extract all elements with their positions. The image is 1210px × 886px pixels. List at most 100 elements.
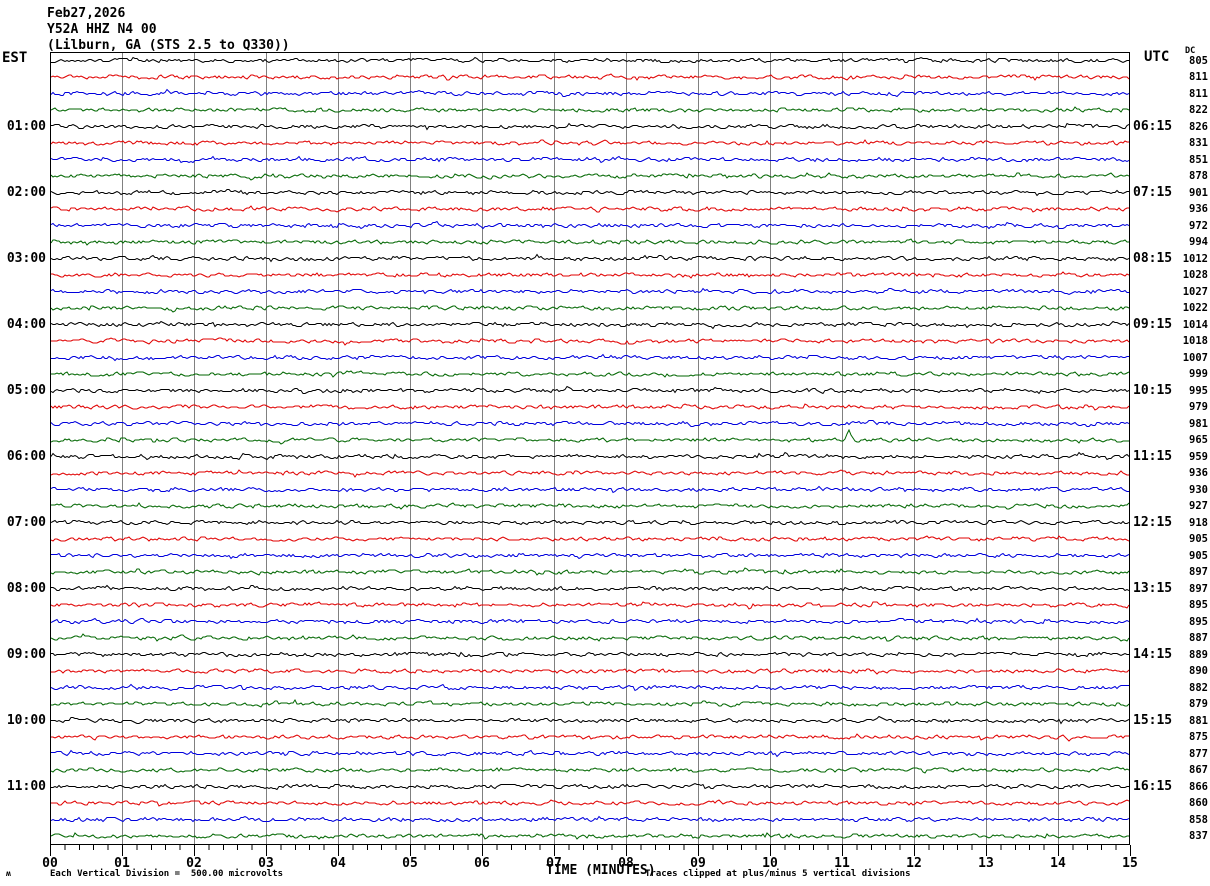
dc-value: 1022: [1182, 302, 1208, 314]
dc-value: 927: [1189, 500, 1208, 512]
title-date: Feb27,2026: [47, 6, 126, 21]
dc-value: 805: [1189, 54, 1208, 67]
est-hour-label: 10:00: [6, 712, 46, 728]
est-hour-label: 08:00: [6, 580, 46, 596]
dc-value: 959: [1189, 450, 1208, 463]
dc-value: 867: [1189, 764, 1208, 776]
vertical-scale-note: Each Vertical Division = 500.00 microvol…: [50, 869, 283, 879]
seismogram-plot-area: [50, 52, 1130, 845]
seismogram-trace-row: [51, 337, 1129, 346]
dc-value: 858: [1189, 813, 1208, 826]
dc-value: 1014: [1182, 318, 1208, 331]
seismogram-trace-row: [51, 420, 1129, 427]
seismogram-trace-row: [51, 683, 1129, 692]
dc-value: 860: [1189, 797, 1208, 809]
seismogram-trace-row: [51, 502, 1129, 510]
dc-value: 822: [1189, 104, 1208, 116]
est-hour-label: 04:00: [6, 316, 46, 332]
dc-value: 918: [1189, 516, 1208, 529]
seismogram-trace-row: [51, 799, 1129, 807]
seismogram-trace-row: [51, 485, 1129, 494]
dc-value: 895: [1189, 615, 1208, 628]
seismogram-trace-row: [51, 519, 1129, 526]
seismogram-trace-row: [51, 651, 1129, 658]
dc-value: 972: [1189, 219, 1208, 232]
dc-value: 999: [1189, 368, 1208, 380]
seismogram-trace-row: [51, 189, 1129, 197]
dc-value: 875: [1189, 731, 1208, 743]
est-hour-label: 05:00: [6, 382, 46, 398]
x-tick-label: 13: [978, 856, 994, 871]
seismogram-trace-row: [51, 715, 1129, 725]
dc-value: 981: [1189, 417, 1208, 430]
est-hour-label: 02:00: [6, 184, 46, 200]
seismogram-trace-row: [51, 88, 1129, 98]
dc-value: 905: [1189, 533, 1208, 545]
dc-value: 882: [1189, 681, 1208, 694]
webicorder-screen: Feb27,2026 Y52A HHZ N4 00 (Lilburn, GA (…: [0, 0, 1210, 886]
dc-value: 1027: [1182, 285, 1208, 298]
dc-value: 837: [1189, 830, 1208, 842]
seismogram-trace-row: [51, 139, 1129, 146]
dc-value: 866: [1189, 780, 1208, 793]
seismogram-trace-row: [51, 253, 1129, 263]
corner-glyph: ʍ: [6, 869, 11, 878]
dc-value: 811: [1189, 71, 1208, 83]
dc-value: 936: [1189, 467, 1208, 479]
est-hour-label: 01:00: [6, 118, 46, 134]
dc-value: 879: [1189, 698, 1208, 710]
seismogram-trace-row: [51, 370, 1129, 378]
seismogram-trace-row: [51, 287, 1129, 296]
seismogram-trace-row: [51, 106, 1129, 113]
x-tick-label: 04: [330, 856, 346, 871]
seismogram-trace-row: [51, 73, 1129, 81]
dc-value: 897: [1189, 566, 1208, 578]
dc-value: 1018: [1182, 335, 1208, 347]
dc-value: 897: [1189, 582, 1208, 595]
seismogram-trace-row: [51, 552, 1129, 560]
dc-value: 995: [1189, 384, 1208, 397]
x-tick-label: 14: [1050, 856, 1066, 871]
seismogram-trace-row: [51, 567, 1129, 576]
seismogram-trace-row: [51, 535, 1129, 542]
seismogram-trace-row: [51, 428, 1129, 445]
dc-value: 901: [1189, 186, 1208, 199]
seismogram-trace-row: [51, 220, 1129, 230]
seismogram-trace-row: [51, 633, 1129, 642]
seismogram-trace-row: [51, 749, 1129, 758]
seismogram-trace-row: [51, 205, 1129, 213]
clip-note: Traces clipped at plus/minus 5 vertical …: [645, 869, 911, 879]
dc-value: 831: [1189, 137, 1208, 149]
x-axis-title: TIME (MINUTES): [546, 863, 656, 878]
seismogram-traces: [51, 53, 1129, 844]
x-tick-label: 15: [1122, 856, 1138, 871]
seismogram-trace-row: [51, 172, 1129, 181]
dc-value: 1007: [1182, 351, 1208, 364]
x-tick-label: 06: [474, 856, 490, 871]
dc-value: 890: [1189, 665, 1208, 677]
seismogram-trace-row: [51, 271, 1129, 279]
seismogram-trace-row: [51, 766, 1129, 774]
x-tick-label: 05: [402, 856, 418, 871]
seismogram-trace-row: [51, 832, 1129, 840]
dc-value: 895: [1189, 599, 1208, 611]
est-hour-label: 03:00: [6, 250, 46, 266]
dc-value: 936: [1189, 203, 1208, 215]
seismogram-trace-row: [51, 733, 1129, 742]
seismogram-trace-row: [51, 238, 1129, 246]
dc-value: 881: [1189, 714, 1208, 727]
est-hour-label: 11:00: [6, 778, 46, 794]
seismogram-trace-row: [51, 601, 1129, 610]
dc-value: 826: [1189, 120, 1208, 133]
left-axis-header-est: EST: [2, 50, 28, 66]
seismogram-trace-row: [51, 122, 1129, 131]
dc-value: 979: [1189, 401, 1208, 413]
dc-value: 930: [1189, 483, 1208, 496]
seismogram-trace-row: [51, 451, 1129, 461]
dc-value: 878: [1189, 170, 1208, 182]
seismogram-trace-row: [51, 385, 1129, 395]
dc-value: 851: [1189, 153, 1208, 166]
dc-value: 905: [1189, 549, 1208, 562]
dc-value: 1028: [1182, 269, 1208, 281]
seismogram-trace-row: [51, 617, 1129, 625]
